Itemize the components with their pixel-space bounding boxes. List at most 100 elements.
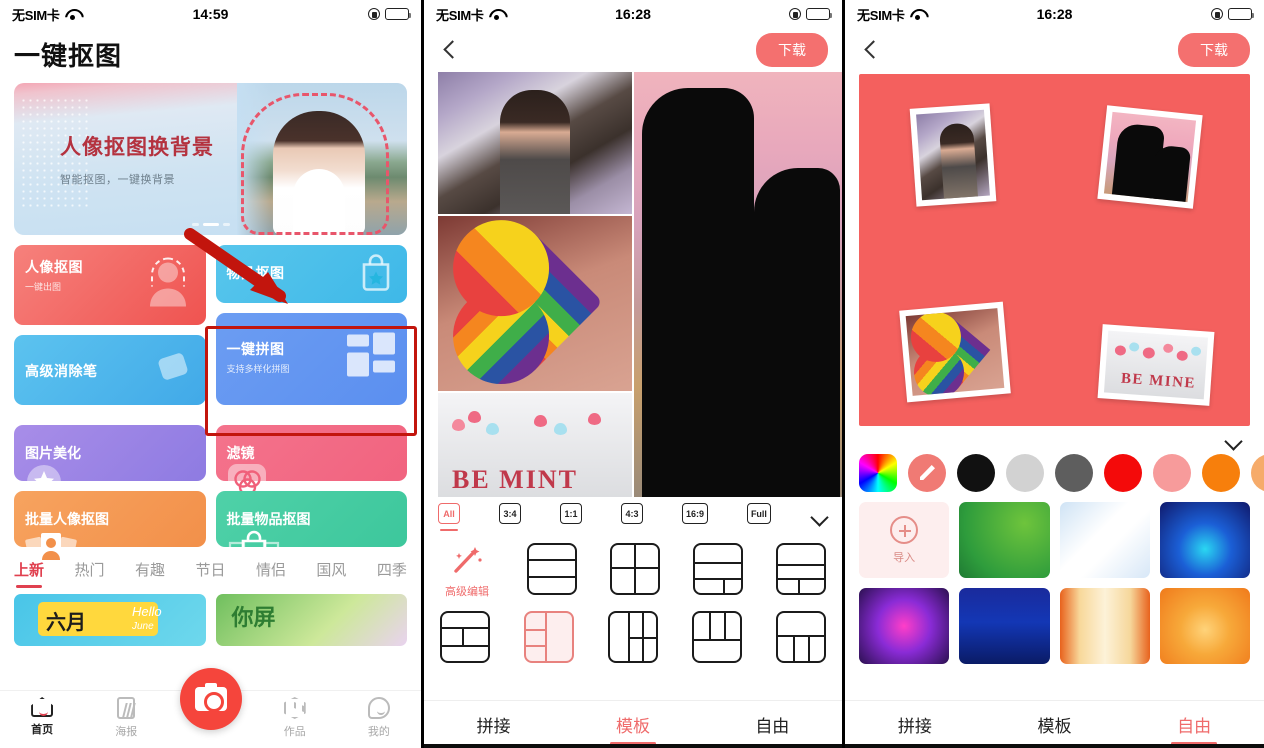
color-swatch-eyedropper[interactable] — [908, 454, 946, 492]
background-thumb-blue-tunnel[interactable] — [1159, 502, 1250, 578]
mode-tab-template[interactable]: 模板 — [563, 702, 702, 747]
category-tab-new[interactable]: 上新 — [14, 559, 44, 588]
poster-card-screen[interactable]: 你屏 — [215, 594, 407, 646]
feature-card-advanced-eraser[interactable]: 高级消除笔 — [14, 335, 206, 405]
feature-card-batch-object-cutout[interactable]: 批量物品抠图 — [215, 491, 407, 569]
mode-tab-free[interactable]: 自由 — [1124, 702, 1264, 747]
status-right — [789, 8, 833, 20]
feature-card-filter[interactable]: 滤镜 — [215, 425, 407, 502]
feature-card-portrait-cutout[interactable]: 人像抠图 一键出图 — [14, 245, 206, 325]
color-swatch-rainbow-picker[interactable] — [859, 454, 897, 492]
canvas-photo-woman[interactable] — [909, 103, 997, 207]
background-thumb-purple-cube[interactable] — [859, 588, 950, 664]
category-tab-fun[interactable]: 有趣 — [135, 559, 165, 588]
layout-template-top-row-bottom-split[interactable] — [693, 543, 743, 595]
color-swatch-pink[interactable] — [1153, 454, 1191, 492]
ratio-tab-all[interactable]: All — [438, 503, 460, 531]
ratio-tab-3-4[interactable]: 3:4 — [498, 503, 521, 531]
promo-banner[interactable]: 人像抠图换背景 智能抠图，一键换背景 — [14, 83, 407, 235]
status-right — [368, 8, 412, 20]
status-clock: 14:59 — [192, 6, 229, 22]
mode-tab-template[interactable]: 模板 — [985, 702, 1125, 747]
layout-template-split-middle[interactable] — [440, 611, 490, 663]
poster-list: 六月 Hello June 你屏 — [0, 588, 421, 646]
back-chevron-icon[interactable] — [438, 37, 464, 63]
color-swatch-red[interactable] — [1104, 454, 1142, 492]
color-swatch-dark-gray[interactable] — [1055, 454, 1093, 492]
collage-photo-be-mine[interactable]: BE MINT — [438, 393, 632, 497]
tab-works[interactable]: 作品 — [253, 697, 337, 739]
layout-template-row-bottom-two[interactable] — [776, 543, 826, 595]
background-thumb-white-light-burst[interactable] — [1059, 502, 1150, 578]
tab-home[interactable]: 首页 — [0, 697, 84, 737]
background-thumb-blue-city[interactable] — [959, 588, 1050, 664]
feature-card-photo-beautify[interactable]: 图片美化 — [14, 425, 206, 499]
feature-card-batch-portrait-cutout[interactable]: 批量人像抠图 — [14, 491, 206, 563]
import-background-tile[interactable]: 导入 — [859, 502, 950, 578]
back-chevron-icon[interactable] — [859, 37, 885, 63]
color-swatch-light-orange[interactable] — [1251, 454, 1264, 492]
poster-card-june[interactable]: 六月 Hello June — [14, 594, 206, 646]
color-swatch-light-gray[interactable] — [1006, 454, 1044, 492]
free-collage-canvas[interactable]: BE MINE — [859, 74, 1250, 426]
category-tab-seasons[interactable]: 四季 — [377, 559, 407, 588]
feature-card-one-tap-collage[interactable]: 一键拼图 支持多样化拼图 — [215, 313, 407, 405]
canvas-photo-couple-silhouette[interactable] — [1097, 105, 1203, 209]
collage-photo-couple-silhouette[interactable] — [634, 72, 842, 497]
ratio-tab-full[interactable]: Full — [746, 503, 771, 531]
camera-icon — [194, 683, 227, 712]
color-swatch-orange[interactable] — [1202, 454, 1240, 492]
advanced-edit-button[interactable]: 高级编辑 — [440, 543, 494, 599]
mode-tab-free[interactable]: 自由 — [703, 702, 842, 747]
ratio-tab-4-3[interactable]: 4:3 — [620, 503, 643, 531]
category-tab-couple[interactable]: 情侣 — [256, 559, 286, 588]
category-tab-hot[interactable]: 热门 — [74, 559, 104, 588]
ratio-tab-16-9[interactable]: 16:9 — [681, 503, 708, 531]
collage-preview[interactable]: BE MINT — [424, 72, 842, 497]
layout-template-top-bottom-three[interactable] — [776, 611, 826, 663]
decor-heart — [1114, 345, 1127, 356]
layout-template-selected-left-stack[interactable] — [524, 611, 574, 663]
background-thumb-green-gradient[interactable] — [959, 502, 1050, 578]
decor-heart — [554, 423, 567, 435]
mode-tab-stitch[interactable]: 拼接 — [424, 702, 563, 747]
download-button[interactable]: 下载 — [1178, 33, 1250, 67]
rainbow-heart-shape — [919, 317, 991, 388]
background-thumb-gold-light[interactable] — [1059, 588, 1150, 664]
home-icon — [31, 697, 54, 717]
background-thumb-orange-hexagon[interactable] — [1159, 588, 1250, 664]
banner-pager[interactable] — [14, 223, 407, 226]
collage-photo-woman[interactable] — [438, 72, 632, 214]
pager-dot-active[interactable] — [202, 223, 219, 226]
tab-profile[interactable]: 我的 — [337, 697, 421, 739]
ratio-tab-1-1[interactable]: 1:1 — [559, 503, 582, 531]
status-clock: 16:28 — [1036, 6, 1073, 22]
category-tab-chinese-style[interactable]: 国风 — [316, 559, 346, 588]
phone-screen-home: 无SIM卡 14:59 一键抠图 人像抠图换背景 智能抠图，一键换背景 人像抠图… — [0, 0, 421, 748]
decor-heart — [1142, 347, 1156, 359]
camera-capture-button[interactable] — [179, 668, 242, 730]
category-tab-festival[interactable]: 节日 — [195, 559, 225, 588]
layout-template-top-three-bottom[interactable] — [692, 611, 742, 663]
canvas-photo-be-mine[interactable]: BE MINE — [1097, 324, 1215, 406]
download-button[interactable]: 下载 — [756, 33, 828, 67]
status-bar: 无SIM卡 14:59 — [0, 0, 421, 28]
tab-label: 我的 — [367, 726, 390, 738]
layout-template-3-rows[interactable] — [527, 543, 577, 595]
collage-photo-rainbow-heart[interactable] — [438, 216, 632, 391]
canvas-photo-rainbow-heart[interactable] — [899, 301, 1011, 403]
layout-template-left-col-right-split[interactable] — [608, 611, 658, 663]
feature-card-title: 图片美化 — [25, 445, 81, 461]
pager-dot[interactable] — [222, 223, 230, 226]
mode-tab-stitch[interactable]: 拼接 — [845, 702, 985, 747]
decor-heart — [1162, 343, 1174, 354]
feature-grid-row4: 批量人像抠图 批量物品抠图 — [0, 491, 421, 569]
pager-dot[interactable] — [191, 223, 199, 226]
nav-bar: 下载 — [845, 28, 1264, 72]
chevron-down-icon[interactable] — [810, 508, 828, 526]
chevron-down-icon[interactable] — [1224, 432, 1242, 450]
layout-template-2x2[interactable] — [610, 543, 660, 595]
tab-poster[interactable]: 海报 — [84, 697, 168, 739]
color-swatch-black[interactable] — [957, 454, 995, 492]
feature-card-object-cutout[interactable]: 物品抠图 — [215, 245, 407, 303]
